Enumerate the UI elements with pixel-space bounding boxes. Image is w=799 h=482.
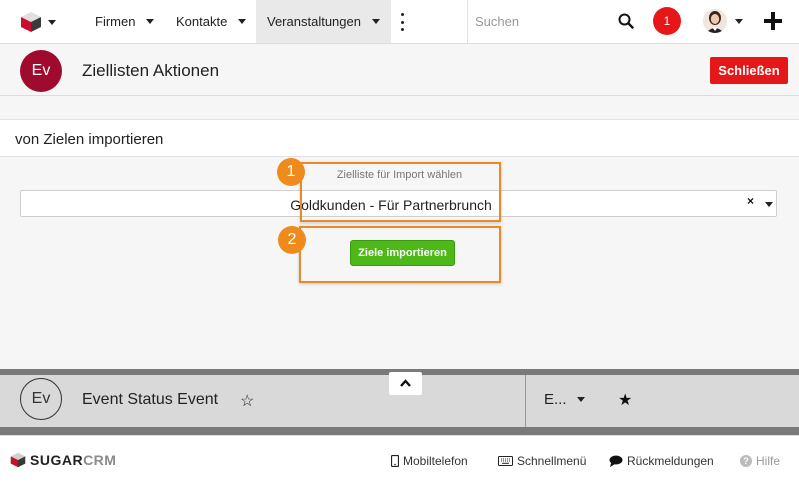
collapse-button[interactable] <box>389 372 422 395</box>
feedback-link[interactable]: Rückmeldungen <box>609 454 714 468</box>
nav-tab-label: Veranstaltungen <box>267 14 361 29</box>
shortcuts-link-label: Schnellmenü <box>517 454 587 468</box>
record-badge: Ev <box>20 378 62 420</box>
notification-count: 1 <box>663 14 671 28</box>
clear-icon[interactable]: × <box>747 194 754 208</box>
truncated-dropdown[interactable]: E... <box>544 391 585 408</box>
truncated-label: E... <box>544 391 567 408</box>
user-menu-button[interactable] <box>703 6 743 36</box>
create-plus-icon[interactable] <box>763 11 783 31</box>
mobile-phone-icon <box>391 455 399 467</box>
chevron-down-icon <box>146 19 155 24</box>
nav-tab-kontakte[interactable]: Kontakte <box>163 0 259 43</box>
nav-tab-veranstaltungen[interactable]: Veranstaltungen <box>256 0 391 43</box>
page-title: Ziellisten Aktionen <box>82 61 220 80</box>
notifications-badge[interactable]: 1 <box>653 7 681 35</box>
chevron-up-icon <box>400 379 411 387</box>
chevron-down-icon <box>238 19 247 24</box>
svg-text:?: ? <box>743 456 749 466</box>
cube-logo-icon <box>10 452 26 468</box>
callout-number-2: 2 <box>278 226 306 254</box>
callout-number-text: 1 <box>286 163 296 180</box>
user-avatar <box>703 9 727 33</box>
nav-tab-label: Kontakte <box>176 14 228 29</box>
shortcuts-link[interactable]: Schnellmenü <box>498 454 586 468</box>
chevron-down-icon <box>576 397 585 402</box>
callout-frame-2 <box>299 226 501 283</box>
chevron-down-icon <box>371 19 380 24</box>
mobile-link[interactable]: Mobiltelefon <box>391 454 468 468</box>
search-input[interactable] <box>468 0 598 43</box>
search-icon[interactable] <box>618 13 634 29</box>
brand-sugar: SUGAR <box>30 452 84 468</box>
section-header: von Zielen importieren <box>0 119 799 157</box>
chevron-down-icon[interactable] <box>765 202 773 207</box>
divider <box>525 375 526 427</box>
favorite-star-icon[interactable]: ☆ <box>240 391 254 411</box>
chevron-down-icon <box>48 19 56 25</box>
close-button[interactable]: Schließen <box>710 57 788 84</box>
help-icon: ? <box>740 455 752 467</box>
chevron-down-icon <box>735 18 743 24</box>
keyboard-icon <box>498 456 513 466</box>
callout-number-text: 2 <box>287 231 297 248</box>
search-area <box>467 0 643 43</box>
help-link-label: Hilfe <box>756 454 781 468</box>
cube-logo-icon <box>21 12 41 32</box>
section-title: von Zielen importieren <box>15 131 164 148</box>
app-menu-button[interactable] <box>20 9 70 35</box>
help-link[interactable]: ? Hilfe <box>740 454 780 468</box>
top-navigation: Firmen Kontakte Veranstaltungen 1 <box>0 0 799 44</box>
more-menu-icon[interactable] <box>398 13 406 31</box>
speech-bubble-icon <box>609 455 623 467</box>
brand-crm: CRM <box>83 452 117 468</box>
callout-number-1: 1 <box>277 158 305 186</box>
nav-tab-label: Firmen <box>95 14 136 29</box>
callout-frame-1 <box>300 162 501 222</box>
module-badge-text: Ev <box>31 62 51 79</box>
record-badge-text: Ev <box>31 390 51 407</box>
feedback-link-label: Rückmeldungen <box>627 454 714 468</box>
page-header: Ev Ziellisten Aktionen Schließen <box>0 44 799 96</box>
record-title: Event Status Event <box>82 391 219 408</box>
mobile-link-label: Mobiltelefon <box>403 454 468 468</box>
module-badge: Ev <box>20 50 62 92</box>
star-filled-icon[interactable]: ★ <box>618 390 632 410</box>
nav-tab-firmen[interactable]: Firmen <box>82 0 167 43</box>
sugarcrm-logo: SUGAR CRM <box>10 452 116 468</box>
footer: SUGAR CRM Mobiltelefon Schnellmenü Rückme… <box>0 435 799 482</box>
